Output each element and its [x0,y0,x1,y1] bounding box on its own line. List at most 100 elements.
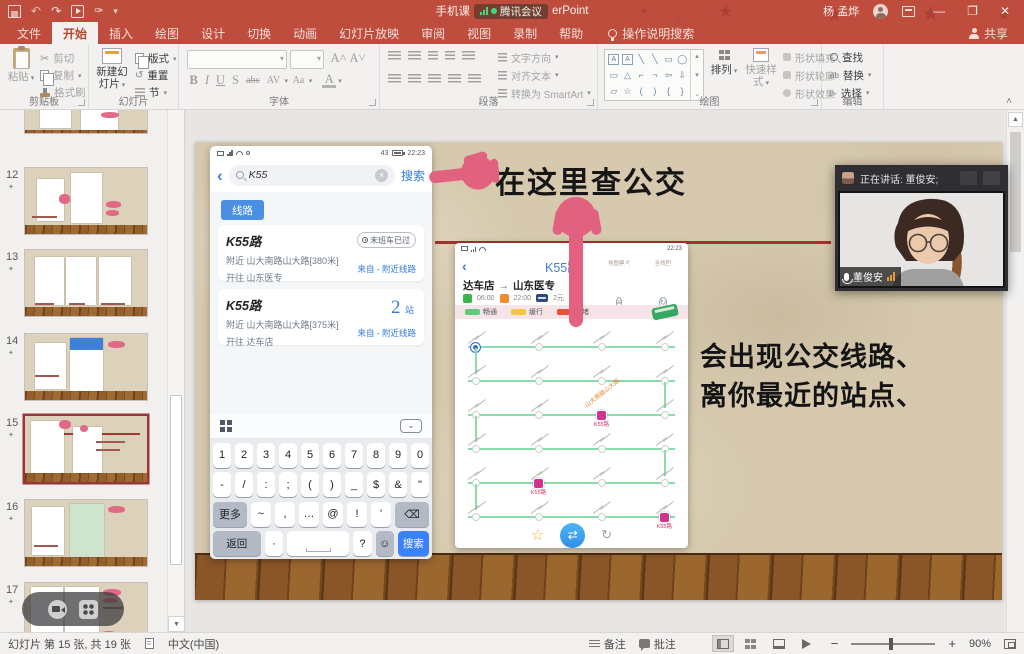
redo-icon[interactable]: ↷ [51,5,61,18]
arrange-button[interactable]: 排列 ▾ [708,48,740,78]
key-…[interactable]: … [299,502,319,527]
key-?[interactable]: ? [353,531,371,556]
thumbnail-scrollbar[interactable]: ▼ [167,110,184,632]
slide-thumbnail-14[interactable]: 14✦ [25,334,147,400]
bold-button[interactable]: B [187,73,200,88]
ribbon-tab-4[interactable]: 设计 [190,22,236,44]
shape-glyph-8[interactable]: ⌐ [634,67,648,83]
reading-view-button[interactable] [768,635,790,652]
key--[interactable]: - [213,472,231,497]
meeting-video-window[interactable]: 正在讲话: 董俊安; 董俊安 [835,165,1008,291]
key-"[interactable]: " [411,472,429,497]
strikethrough-button[interactable]: abc [244,75,263,86]
pink-hand-pointing-left[interactable] [429,148,499,200]
shape-glyph-5[interactable]: ◯ [675,51,689,67]
ribbon-tab-1[interactable]: 开始 [52,22,98,44]
font-size-combobox[interactable] [290,50,324,69]
key-9[interactable]: 9 [389,443,407,468]
ribbon-tab-5[interactable]: 切换 [236,22,282,44]
paragraph-dialog-launcher[interactable] [587,99,594,106]
align-text-button[interactable]: 对齐文本▾ [498,66,591,84]
key-6[interactable]: 6 [323,443,341,468]
font-dialog-launcher[interactable] [369,99,376,106]
key-$[interactable]: $ [367,472,385,497]
ribbon-tab-8[interactable]: 审阅 [410,22,456,44]
key-⌫[interactable]: ⌫ [395,502,429,527]
key-,[interactable]: , [275,502,295,527]
zoom-level[interactable]: 90% [969,638,991,650]
key-返回[interactable]: 返回 [213,531,261,556]
zoom-in-button[interactable]: + [948,636,956,651]
workspace-scrollbar[interactable]: ▲ [1006,110,1024,632]
shape-glyph-10[interactable]: ⇦ [662,67,676,83]
bullets-icon[interactable] [388,51,401,61]
normal-view-button[interactable] [712,635,734,652]
ribbon-display-options-icon[interactable] [902,6,915,17]
shape-glyph-11[interactable]: ⇩ [675,67,689,83]
change-case-button[interactable]: Aa [290,75,307,86]
shape-glyph-0[interactable]: A [608,54,619,65]
increase-indent-icon[interactable] [445,51,455,61]
key-@[interactable]: @ [323,502,343,527]
key-更多[interactable]: 更多 [213,502,247,527]
font-name-combobox[interactable] [187,50,287,69]
slide-thumbnail-16[interactable]: 16✦ [25,500,147,566]
zoom-out-button[interactable]: − [831,636,839,651]
character-spacing-button[interactable]: AV [264,75,282,86]
layout-button[interactable]: 版式▾ [135,50,177,67]
key-搜索[interactable]: 搜索 [398,531,429,556]
ribbon-tab-2[interactable]: 插入 [98,22,144,44]
slide-thumbnail-partial[interactable] [25,110,147,133]
thumbnail-scrollbar-thumb[interactable] [170,395,182,565]
cut-button[interactable]: ✂剪切 [40,50,86,67]
new-slide-button[interactable]: 新建幻灯片 ▾ [93,48,131,92]
account-avatar[interactable] [873,4,888,19]
slide-caption-text[interactable]: 会出现公交线路、 离你最近的站点、 [700,338,924,416]
key-![interactable]: ! [347,502,367,527]
shape-glyph-2[interactable]: ╲ [634,51,648,67]
close-button[interactable]: ✕ [996,0,1014,22]
text-shadow-button[interactable]: S [230,73,242,88]
ribbon-tab-6[interactable]: 动画 [282,22,328,44]
thumbnail-scroll-down-button[interactable]: ▼ [168,616,185,632]
touch-mode-icon[interactable]: ✑ [94,5,103,18]
align-right-icon[interactable] [428,74,441,84]
justify-icon[interactable] [448,74,461,84]
key-☺[interactable]: ☺ [376,531,394,556]
key-space[interactable] [287,531,349,556]
shape-glyph-4[interactable]: ▭ [662,51,676,67]
ribbon-tab-3[interactable]: 绘图 [144,22,190,44]
key-4[interactable]: 4 [279,443,297,468]
key-;[interactable]: ; [279,472,297,497]
line-spacing-icon[interactable] [462,51,475,61]
key-3[interactable]: 3 [257,443,275,468]
key-&[interactable]: & [389,472,407,497]
restore-button[interactable]: ❐ [963,0,982,22]
ribbon-tab-0[interactable]: 文件 [6,22,52,44]
key-1[interactable]: 1 [213,443,231,468]
undo-icon[interactable]: ↶ [31,5,41,18]
key-·[interactable]: · [265,531,283,556]
ribbon-tab-11[interactable]: 帮助 [548,22,594,44]
apps-grid-icon[interactable] [79,600,98,619]
fit-slide-to-window-icon[interactable] [1004,639,1016,649]
share-button[interactable]: 共享 [969,22,1024,44]
slide-thumbnail-13[interactable]: 13✦ [25,250,147,316]
text-direction-button[interactable]: 文字方向▾ [498,48,591,66]
key-~[interactable]: ~ [251,502,271,527]
find-button[interactable]: 查找 [830,48,871,66]
key-)[interactable]: ) [323,472,341,497]
align-left-icon[interactable] [388,74,401,84]
underline-button[interactable]: U [214,73,228,88]
decrease-indent-icon[interactable] [428,51,438,61]
ribbon-tab-9[interactable]: 视图 [456,22,502,44]
key-'[interactable]: ' [371,502,391,527]
phone-screenshot-search[interactable]: 43 22:23 ‹ K55 × 搜索 线路 K55路 [210,146,432,559]
comments-button[interactable]: 批注 [639,636,676,652]
grow-font-button[interactable]: A˄ [328,51,349,66]
slide-sorter-view-button[interactable] [740,635,762,652]
accessibility-checker-icon[interactable] [145,638,154,649]
notes-button[interactable]: 备注 [589,636,626,652]
slide-thumbnail-15[interactable]: 15✦ [25,416,147,482]
tencent-meeting-floating-bar[interactable]: 腾讯会议 [474,4,548,19]
